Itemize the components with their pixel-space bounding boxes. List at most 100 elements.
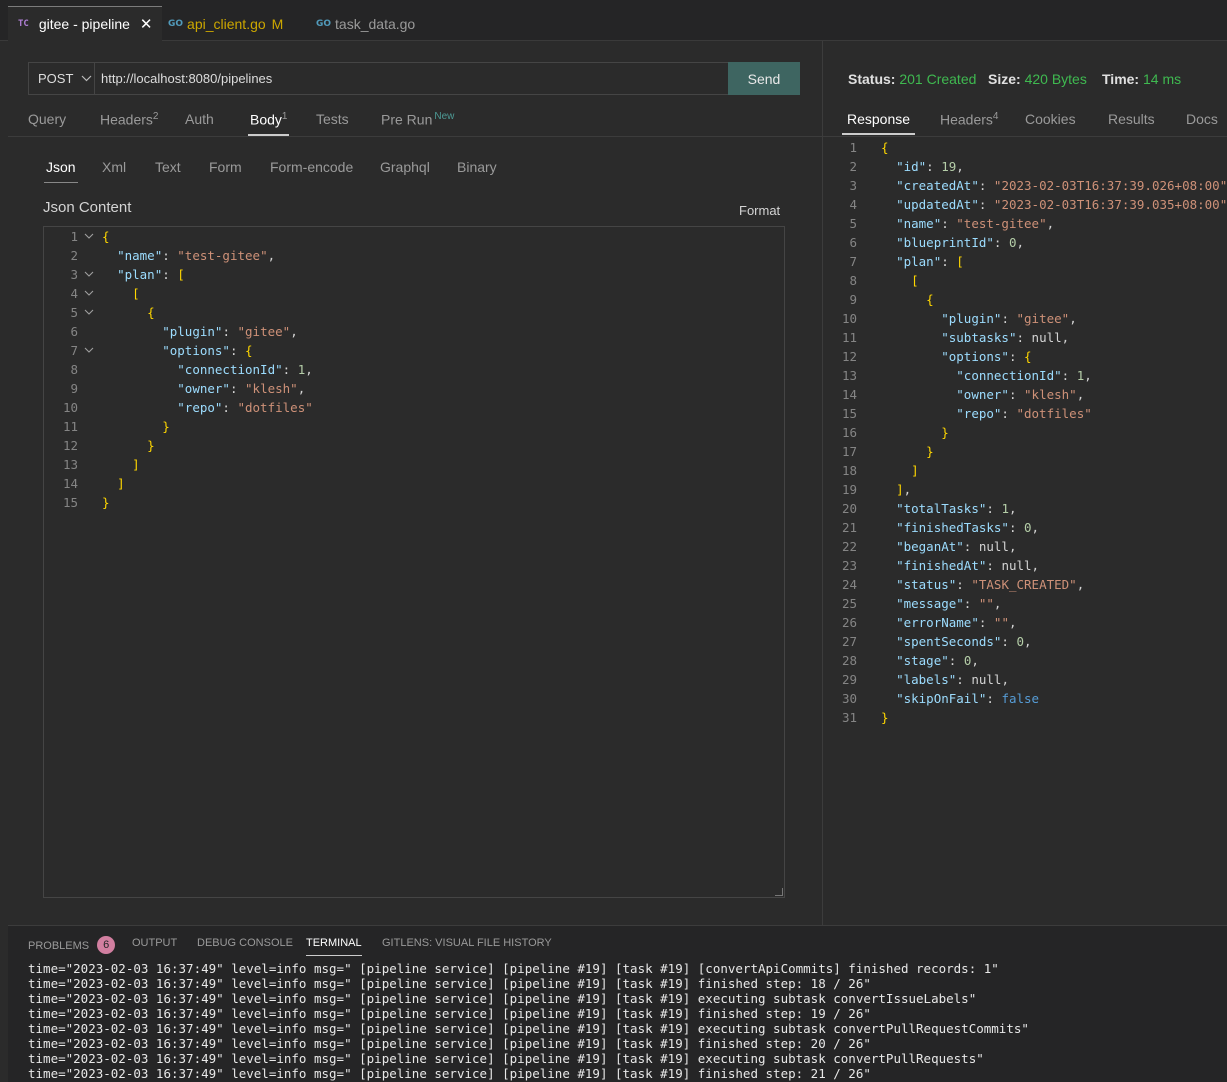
code-text: ]: [911, 463, 919, 478]
line-number: 27: [841, 634, 857, 649]
line-number: 18: [841, 463, 857, 478]
code-text: [: [911, 273, 919, 288]
tab-cookies[interactable]: Cookies: [1025, 111, 1076, 127]
code-line: 15 "repo": "dotfiles": [823, 404, 1227, 423]
json-content-label: Json Content: [43, 199, 132, 216]
tab-docs[interactable]: Docs: [1186, 111, 1218, 127]
line-number: 20: [841, 501, 857, 516]
tab-terminal[interactable]: TERMINAL: [306, 937, 362, 956]
tab-graphql[interactable]: Graphql: [380, 159, 430, 175]
method-select[interactable]: POST: [28, 62, 95, 95]
line-number: 28: [841, 653, 857, 668]
status-value: 201 Created: [899, 71, 977, 87]
code-text: "spentSeconds": 0,: [896, 634, 1032, 649]
tab-results[interactable]: Results: [1108, 111, 1155, 127]
code-line: 11 "subtasks": null,: [823, 328, 1227, 347]
fold-chevron-icon[interactable]: [84, 303, 94, 329]
modified-indicator: M: [271, 15, 284, 32]
format-button[interactable]: Format: [739, 203, 780, 218]
tab-body[interactable]: Body1: [247, 111, 291, 136]
tab-api-client-go[interactable]: GO api_client.go M: [158, 6, 293, 41]
code-text: "blueprintId": 0,: [896, 235, 1025, 250]
code-text: "stage": 0,: [896, 653, 979, 668]
line-number: 31: [841, 710, 857, 725]
tab-auth[interactable]: Auth: [185, 111, 214, 127]
code-text: "plan": [: [117, 267, 185, 282]
fold-chevron-icon[interactable]: [84, 227, 94, 253]
tab-form[interactable]: Form: [209, 159, 242, 175]
tab-response[interactable]: Response: [841, 111, 916, 135]
tab-response-headers[interactable]: Headers4: [940, 111, 998, 128]
tab-task-data-go[interactable]: GO task_data.go: [306, 6, 425, 41]
url-input[interactable]: http://localhost:8080/pipelines: [94, 62, 729, 95]
code-text: {: [102, 229, 110, 244]
tab-gitlens-history[interactable]: GITLENS: VISUAL FILE HISTORY: [382, 937, 552, 949]
tab-binary[interactable]: Binary: [457, 159, 497, 175]
line-number: 4: [849, 197, 857, 212]
line-number: 13: [62, 457, 78, 472]
tab-tests[interactable]: Tests: [316, 111, 349, 127]
response-body: 1{2 "id": 19, 3 "createdAt": "2023-02-03T…: [823, 138, 1227, 727]
terminal-line: time="2023-02-03 16:37:49" level=info ms…: [28, 991, 977, 1006]
headers-count: 2: [152, 111, 159, 122]
line-number: 8: [70, 362, 78, 377]
line-number: 21: [841, 520, 857, 535]
tab-json[interactable]: Json: [44, 159, 78, 183]
chevron-down-icon: [81, 73, 92, 85]
tab-text[interactable]: Text: [155, 159, 181, 175]
line-number: 3: [70, 267, 78, 282]
close-icon[interactable]: ✕: [140, 15, 153, 33]
code-line: 6 "blueprintId": 0,: [823, 233, 1227, 252]
tab-pre-run[interactable]: Pre Run New: [381, 111, 454, 128]
send-button[interactable]: Send: [728, 62, 800, 95]
fold-chevron-icon[interactable]: [84, 341, 94, 367]
tab-debug-console[interactable]: DEBUG CONSOLE: [197, 937, 293, 949]
line-number: 10: [62, 400, 78, 415]
line-number: 2: [70, 248, 78, 263]
line-number: 5: [849, 216, 857, 231]
body-type-tabs: Json Xml Text Form Form-encode Graphql B…: [8, 157, 822, 183]
line-number: 15: [841, 406, 857, 421]
code-text: ]: [117, 476, 125, 491]
code-line: 16 }: [823, 423, 1227, 442]
code-text: "name": "test-gitee",: [117, 248, 276, 263]
terminal-output[interactable]: time="2023-02-03 16:37:49" level=info ms…: [28, 961, 1029, 1081]
code-line: 27 "spentSeconds": 0,: [823, 632, 1227, 651]
line-number: 3: [849, 178, 857, 193]
line-number: 2: [849, 159, 857, 174]
code-text: "labels": null,: [896, 672, 1009, 687]
tab-query[interactable]: Query: [28, 111, 66, 127]
line-number: 8: [849, 273, 857, 288]
code-text: "options": {: [162, 343, 253, 358]
code-line: 18 ]: [823, 461, 1227, 480]
tab-headers[interactable]: Headers2: [100, 111, 158, 128]
code-line: 13 "connectionId": 1,: [823, 366, 1227, 385]
resize-handle[interactable]: [775, 888, 783, 896]
terminal-line: time="2023-02-03 16:37:49" level=info ms…: [28, 961, 999, 976]
tab-label: gitee - pipeline: [38, 16, 130, 32]
code-text: }: [881, 710, 889, 725]
code-text: "errorName": "",: [896, 615, 1017, 630]
line-number: 14: [62, 476, 78, 491]
tab-gitee-pipeline[interactable]: TC gitee - pipeline ✕: [8, 6, 163, 41]
code-line: 3 "createdAt": "2023-02-03T16:37:39.026+…: [823, 176, 1227, 195]
tab-output[interactable]: OUTPUT: [132, 937, 177, 949]
line-number: 14: [841, 387, 857, 402]
code-text: "connectionId": 1,: [956, 368, 1092, 383]
code-text: "connectionId": 1,: [177, 362, 313, 377]
code-text: {: [926, 292, 934, 307]
code-line: 25 "message": "",: [823, 594, 1227, 613]
code-text: }: [926, 444, 934, 459]
line-number: 24: [841, 577, 857, 592]
code-text: "plan": [: [896, 254, 964, 269]
tab-form-encode[interactable]: Form-encode: [270, 159, 353, 175]
line-number: 4: [70, 286, 78, 301]
tab-xml[interactable]: Xml: [102, 159, 126, 175]
response-headers-count: 4: [992, 111, 999, 122]
tab-problems[interactable]: PROBLEMS 6: [28, 936, 116, 955]
json-body-editor[interactable]: 1 {2 "name": "test-gitee", 3 "plan": [4 [5…: [43, 226, 785, 898]
code-text: "message": "",: [896, 596, 1002, 611]
code-text: "repo": "dotfiles": [177, 400, 313, 415]
terminal-line: time="2023-02-03 16:37:49" level=info ms…: [28, 1036, 871, 1051]
code-text: "plugin": "gitee",: [941, 311, 1077, 326]
